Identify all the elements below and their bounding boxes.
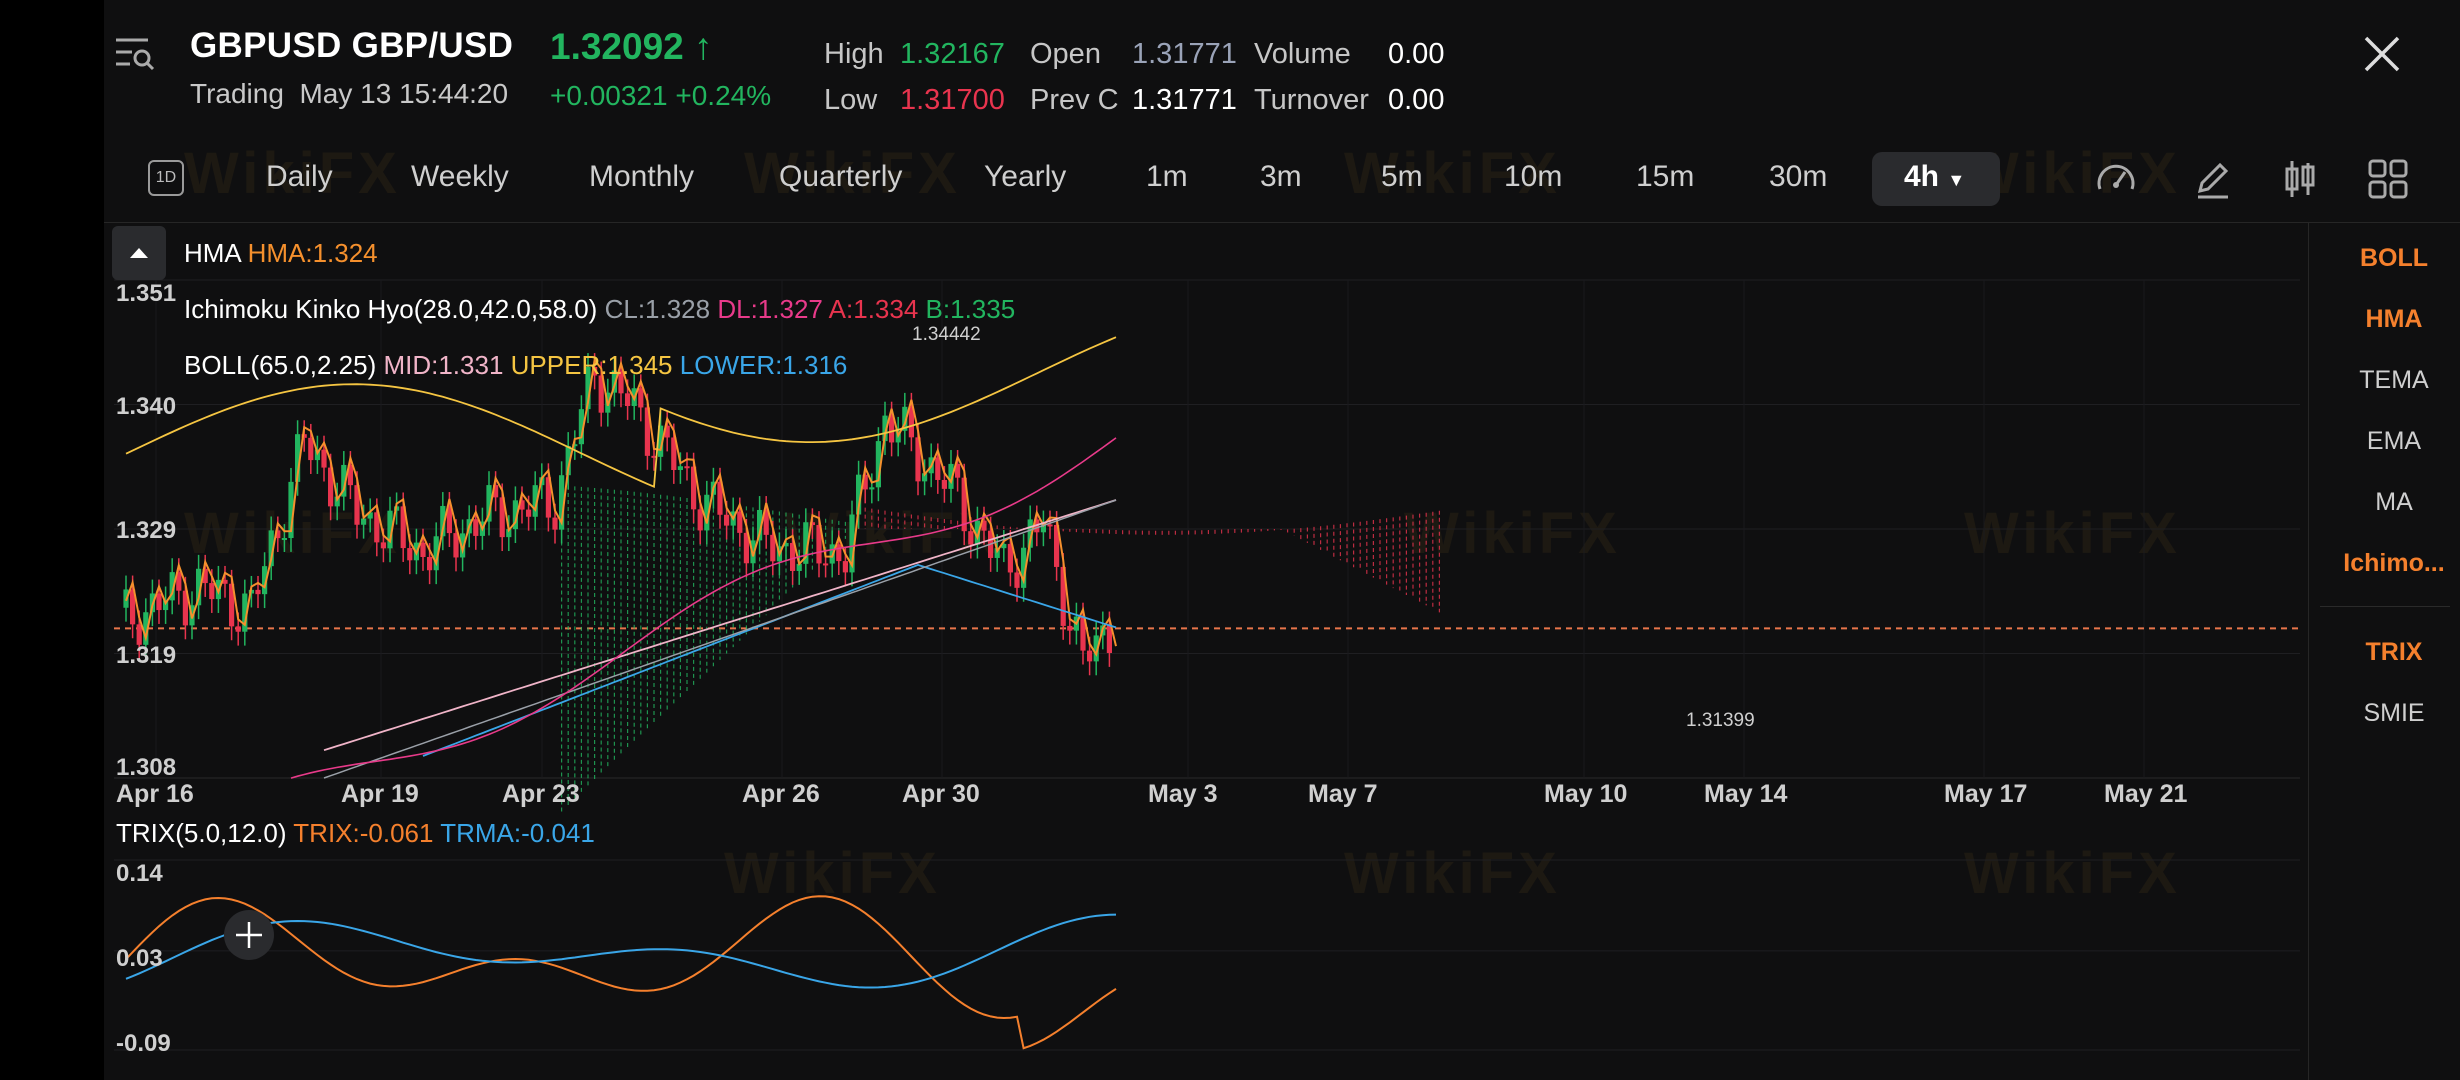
price-axis-label: 1.329	[116, 517, 177, 544]
price-axis-label: 1.319	[116, 642, 177, 669]
date-axis-label: May 3	[1148, 780, 1218, 808]
crosshair-button[interactable]	[224, 910, 274, 960]
legend-trix-value: TRIX:-0.061	[293, 818, 434, 848]
date-axis-label: Apr 19	[341, 780, 419, 808]
side-divider	[2308, 222, 2309, 1080]
candle-body	[1047, 524, 1053, 527]
candle-body	[526, 509, 532, 517]
candle-body	[407, 548, 413, 561]
candle-body	[968, 531, 974, 545]
indicator-boll[interactable]: BOLL	[2334, 244, 2454, 273]
legend-boll-mid: MID:1.331	[383, 350, 504, 380]
candle-body	[321, 449, 327, 468]
legend-ichimoku[interactable]: Ichimoku Kinko Hyo(28.0,42.0,58.0) CL:1.…	[184, 294, 1015, 325]
date-axis-label: Apr 16	[116, 780, 194, 808]
max-price-annotation: 1.34442	[912, 324, 981, 345]
date-axis-label: Apr 26	[742, 780, 820, 808]
collapse-legend-button[interactable]	[112, 226, 166, 280]
candle-body	[473, 519, 479, 536]
candle-body	[361, 518, 367, 525]
candle-body	[156, 593, 162, 611]
candle-body	[255, 589, 261, 595]
plus-icon	[236, 922, 262, 948]
date-axis-label: May 14	[1704, 780, 1788, 808]
candle-body	[869, 487, 875, 490]
boll-lower-line	[422, 563, 1117, 757]
legend-trix[interactable]: TRIX(5.0,12.0) TRIX:-0.061 TRMA:-0.041	[116, 818, 595, 849]
candle-body	[684, 466, 690, 469]
trix-axis-label: 0.14	[116, 860, 163, 887]
candle-body	[453, 533, 459, 558]
date-axis-label: May 17	[1944, 780, 2028, 808]
legend-trma-value: TRMA:-0.041	[440, 818, 595, 848]
candle-body	[625, 393, 631, 406]
trix-axis-label: 0.03	[116, 945, 163, 972]
candle-body	[823, 563, 829, 566]
candle-body	[935, 457, 941, 480]
candle-body	[1067, 625, 1073, 631]
legend-hma-name: HMA	[184, 238, 241, 268]
legend-ichimoku-b: B:1.335	[925, 294, 1016, 324]
ichimoku-dl-line	[290, 437, 1117, 779]
candle-body	[235, 626, 241, 632]
date-axis-label: May 10	[1544, 780, 1628, 808]
date-axis-label: May 7	[1308, 780, 1378, 808]
candle-body	[941, 479, 947, 489]
legend-trix-name: TRIX(5.0,12.0)	[116, 818, 287, 848]
caret-up-icon	[130, 248, 148, 258]
candle-body	[209, 583, 215, 600]
candle-body	[842, 561, 848, 573]
price-chart-canvas[interactable]	[104, 0, 2460, 1080]
legend-ichimoku-name: Ichimoku Kinko Hyo(28.0,42.0,58.0)	[184, 294, 598, 324]
legend-boll[interactable]: BOLL(65.0,2.25) MID:1.331 UPPER:1.345 LO…	[184, 350, 847, 381]
candle-body	[1087, 650, 1093, 662]
trix-axis-label: -0.09	[116, 1030, 171, 1057]
legend-hma[interactable]: HMA HMA:1.324	[184, 238, 378, 269]
indicator-tema[interactable]: TEMA	[2334, 366, 2454, 395]
candle-body	[724, 514, 730, 526]
chart-app: WikiFX WikiFX WikiFX WikiFX WikiFX WikiF…	[104, 0, 2460, 1080]
min-price-annotation: 1.31399	[1686, 710, 1755, 731]
candle-body	[380, 542, 386, 549]
candle-body	[1014, 572, 1020, 588]
candle-body	[836, 544, 842, 562]
date-axis-label: May 21	[2104, 780, 2188, 808]
legend-ichimoku-a: A:1.334	[828, 294, 919, 324]
indicator-ma[interactable]: MA	[2334, 488, 2454, 517]
candle-body	[737, 511, 743, 533]
candle-body	[420, 542, 426, 557]
legend-boll-name: BOLL(65.0,2.25)	[184, 350, 377, 380]
indicator-ema[interactable]: EMA	[2334, 427, 2454, 456]
legend-ichimoku-dl: DL:1.327	[717, 294, 823, 324]
indicator-hma[interactable]: HMA	[2334, 305, 2454, 334]
candle-body	[281, 538, 287, 541]
price-axis-label: 1.340	[116, 393, 177, 420]
date-axis-label: Apr 30	[902, 780, 980, 808]
side-divider	[2320, 606, 2450, 607]
legend-boll-lower: LOWER:1.316	[679, 350, 848, 380]
indicator-smie[interactable]: SMIE	[2334, 699, 2454, 728]
price-axis-label: 1.351	[116, 280, 177, 307]
trix-line	[125, 895, 1117, 1050]
candle-body	[677, 466, 683, 471]
indicator-ichimoku[interactable]: Ichimo...	[2334, 549, 2454, 578]
candle-body	[552, 517, 558, 530]
candle-body	[308, 437, 314, 461]
legend-ichimoku-cl: CL:1.328	[604, 294, 711, 324]
legend-hma-value: HMA:1.324	[247, 238, 378, 268]
candle-body	[427, 556, 433, 571]
price-axis-label: 1.308	[116, 754, 177, 781]
candle-body	[638, 388, 644, 408]
indicator-trix[interactable]: TRIX	[2334, 638, 2454, 667]
candle-body	[697, 509, 703, 531]
date-axis-label: Apr 23	[502, 780, 580, 808]
legend-boll-upper: UPPER:1.345	[510, 350, 673, 380]
